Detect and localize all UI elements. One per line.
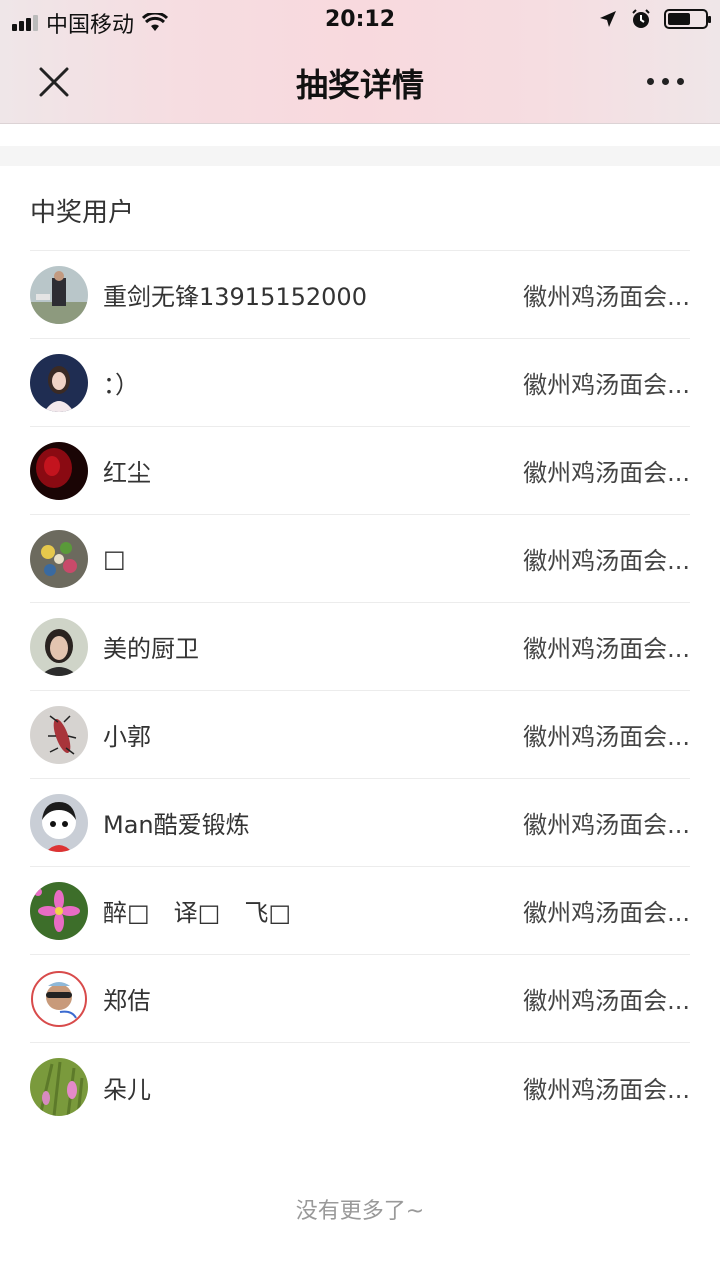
avatar bbox=[30, 881, 88, 940]
top-bar: 中国移动 20:12 抽奖详情 bbox=[0, 0, 720, 124]
winner-shop: 徽州鸡汤面会... bbox=[523, 371, 690, 399]
winner-shop: 徽州鸡汤面会... bbox=[523, 635, 690, 663]
winner-name: ：） bbox=[103, 371, 139, 399]
status-bar: 中国移动 20:12 bbox=[0, 0, 720, 40]
winner-name: 小郭 bbox=[103, 723, 151, 751]
winner-row[interactable]: ：） 徽州鸡汤面会... bbox=[30, 339, 690, 427]
avatar bbox=[30, 969, 88, 1028]
winner-name: 美的厨卫 bbox=[103, 635, 199, 663]
battery-icon bbox=[664, 9, 711, 29]
avatar bbox=[30, 529, 88, 588]
winner-name: □ bbox=[103, 544, 126, 573]
winner-shop: 徽州鸡汤面会... bbox=[523, 459, 690, 487]
winner-row[interactable]: 朵儿 徽州鸡汤面会... bbox=[30, 1043, 690, 1131]
avatar bbox=[30, 617, 88, 676]
winner-shop: 徽州鸡汤面会... bbox=[523, 811, 690, 839]
winner-shop: 徽州鸡汤面会... bbox=[523, 899, 690, 927]
alarm-icon bbox=[632, 9, 650, 28]
winner-row[interactable]: □ 徽州鸡汤面会... bbox=[30, 515, 690, 603]
winner-shop: 徽州鸡汤面会... bbox=[523, 1075, 690, 1104]
winner-row[interactable]: 美的厨卫 徽州鸡汤面会... bbox=[30, 603, 690, 691]
more-button[interactable] bbox=[640, 66, 690, 96]
status-right bbox=[598, 8, 711, 30]
winner-name: 郑佶 bbox=[103, 987, 151, 1015]
winner-name: 红尘 bbox=[103, 459, 151, 487]
winner-name: Man酷爱锻炼 bbox=[103, 811, 250, 839]
winner-shop: 徽州鸡汤面会... bbox=[523, 723, 690, 751]
winner-row[interactable]: 小郭 徽州鸡汤面会... bbox=[30, 691, 690, 779]
avatar bbox=[30, 793, 88, 852]
winner-shop: 徽州鸡汤面会... bbox=[523, 283, 690, 311]
winner-name: 醉□ 译□ 飞□ bbox=[103, 899, 292, 927]
winner-row[interactable]: 重剑无锋13915152000 徽州鸡汤面会... bbox=[30, 251, 690, 339]
page-title: 抽奖详情 bbox=[295, 66, 424, 104]
section-gap bbox=[0, 146, 720, 166]
avatar bbox=[30, 441, 88, 500]
winner-row[interactable]: Man酷爱锻炼 徽州鸡汤面会... bbox=[30, 779, 690, 867]
section-title: 中奖用户 bbox=[30, 198, 135, 228]
winner-shop: 徽州鸡汤面会... bbox=[523, 547, 690, 575]
winner-name: 朵儿 bbox=[103, 1075, 151, 1104]
location-icon bbox=[600, 11, 616, 27]
avatar bbox=[30, 1058, 88, 1116]
nav-bar: 抽奖详情 bbox=[0, 40, 720, 124]
winner-name: 重剑无锋13915152000 bbox=[103, 283, 367, 311]
more-icon bbox=[646, 77, 654, 85]
winner-row[interactable]: 红尘 徽州鸡汤面会... bbox=[30, 427, 690, 515]
avatar bbox=[30, 265, 88, 324]
avatar bbox=[30, 353, 88, 412]
avatar bbox=[30, 705, 88, 764]
winner-row[interactable]: 郑佶 徽州鸡汤面会... bbox=[30, 955, 690, 1043]
winner-list: 重剑无锋13915152000 徽州鸡汤面会... ：） 徽州鸡汤面会... 红… bbox=[30, 251, 690, 1131]
winner-shop: 徽州鸡汤面会... bbox=[523, 987, 690, 1015]
winner-row[interactable]: 醉□ 译□ 飞□ 徽州鸡汤面会... bbox=[30, 867, 690, 955]
no-more-text: 没有更多了~ bbox=[295, 1199, 425, 1224]
